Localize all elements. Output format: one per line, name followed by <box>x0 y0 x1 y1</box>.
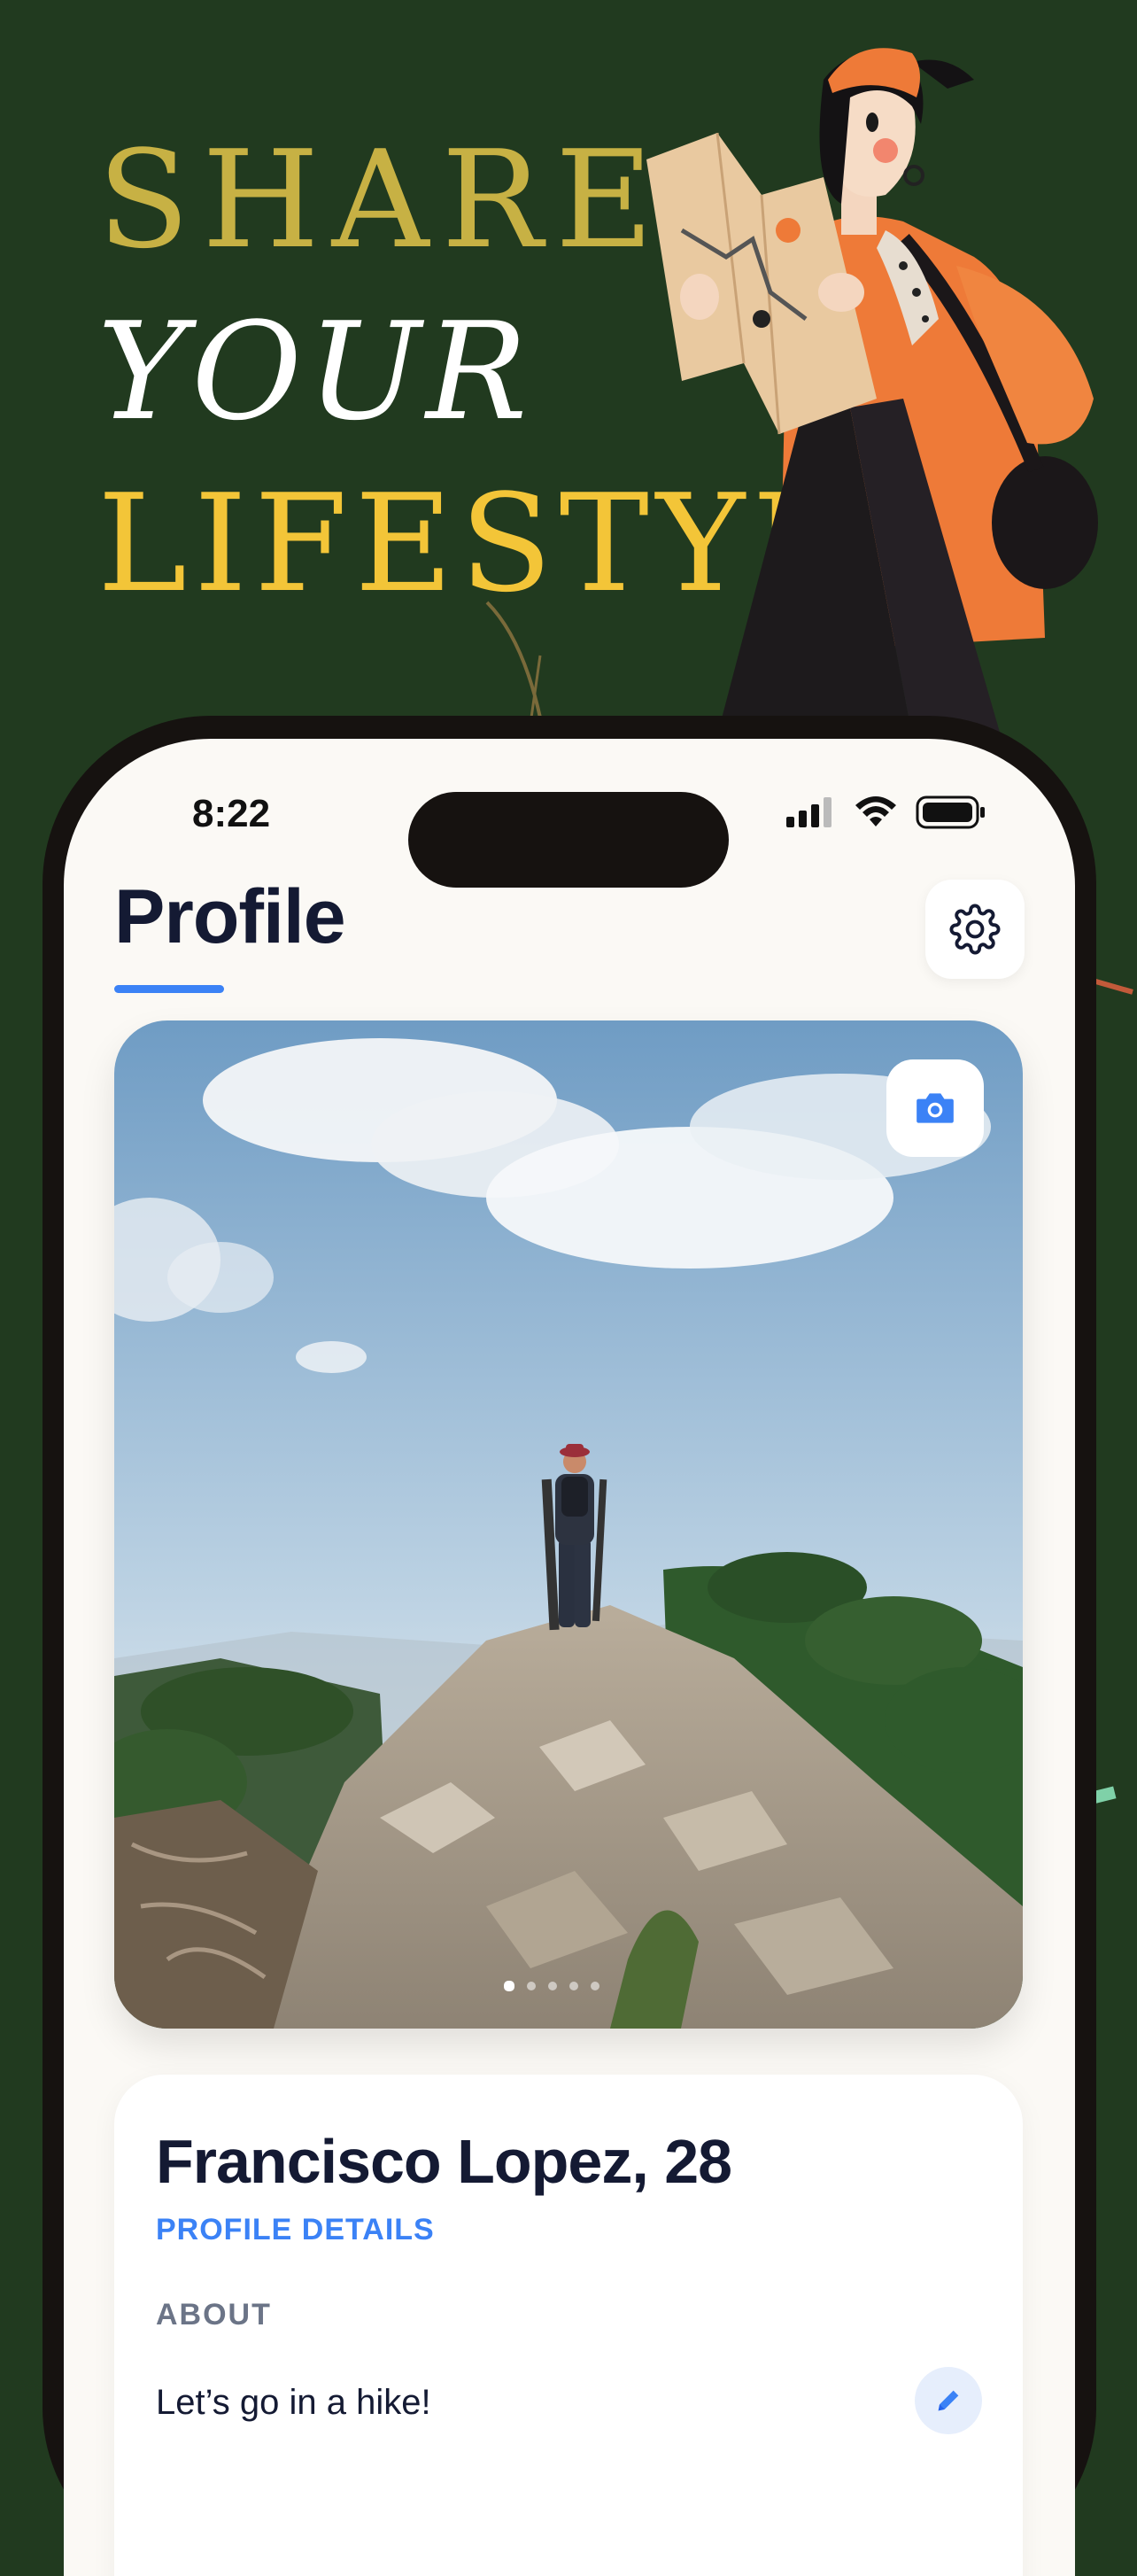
dynamic-island <box>408 792 729 888</box>
change-photo-button[interactable] <box>886 1059 984 1157</box>
title-underline <box>114 985 224 993</box>
about-text: Let’s go in a hike! <box>156 2383 431 2422</box>
pencil-icon <box>938 2390 959 2411</box>
status-time: 8:22 <box>192 792 271 835</box>
profile-name: Francisco Lopez, 28 <box>156 2127 732 2196</box>
carousel-dot[interactable] <box>591 1982 599 1990</box>
hiker-on-mountain-photo <box>114 1020 1023 2029</box>
profile-info-card: Francisco Lopez, 28 PROFILE DETAILS ABOU… <box>114 2075 1023 2576</box>
profile-photo[interactable] <box>114 1020 1023 2029</box>
profile-details-link[interactable]: PROFILE DETAILS <box>156 2213 435 2247</box>
carousel-dot[interactable] <box>504 1981 514 1991</box>
battery-icon <box>916 795 985 829</box>
about-label: ABOUT <box>156 2298 272 2332</box>
grass-stalk-decoration <box>485 601 542 718</box>
carousel-dot[interactable] <box>527 1982 536 1990</box>
girl-with-map-illustration <box>646 48 1098 735</box>
carousel-dots[interactable] <box>504 1981 599 1991</box>
settings-button[interactable] <box>925 880 1025 979</box>
edit-about-button[interactable] <box>915 2367 982 2434</box>
phone-frame: 8:22 Profile Francisco Lopez, 28 PROFILE… <box>43 716 1096 2576</box>
status-icons <box>786 795 986 829</box>
phone-screen: 8:22 Profile Francisco Lopez, 28 PROFILE… <box>64 739 1075 2576</box>
camera-icon <box>917 1093 954 1123</box>
signal-icon <box>786 797 831 827</box>
page-title: Profile <box>114 874 346 959</box>
gear-icon <box>949 904 1001 955</box>
carousel-dot[interactable] <box>548 1982 557 1990</box>
carousel-dot[interactable] <box>569 1982 578 1990</box>
wifi-icon <box>855 796 896 826</box>
